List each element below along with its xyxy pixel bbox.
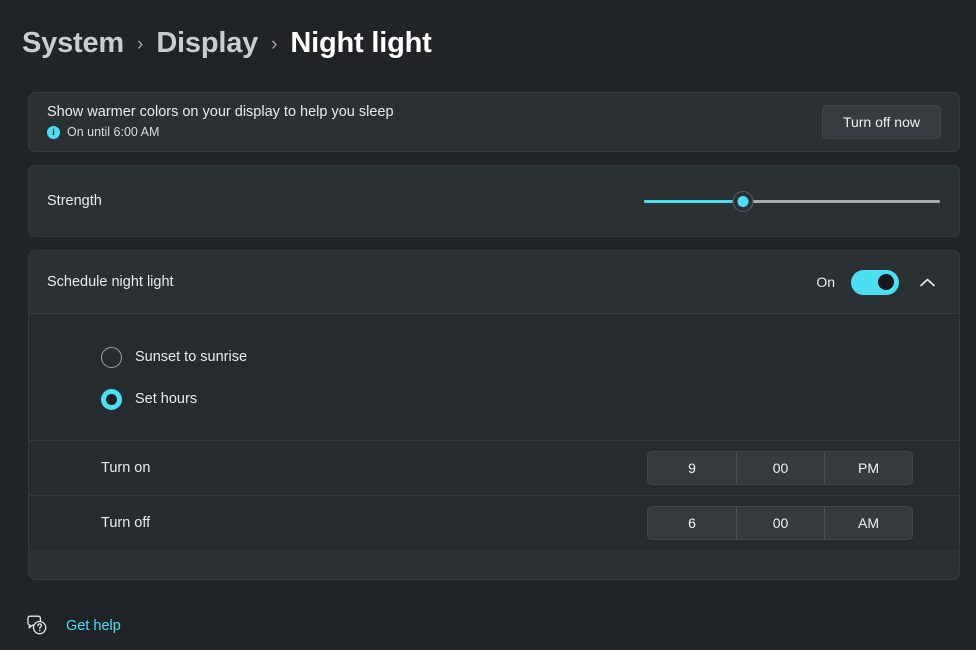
schedule-label: Schedule night light: [47, 274, 174, 290]
slider-thumb[interactable]: [733, 191, 754, 212]
schedule-toggle[interactable]: [851, 270, 899, 295]
schedule-mode-radio-group: Sunset to sunrise Set hours: [29, 314, 959, 440]
turn-off-time-picker[interactable]: 6 00 AM: [647, 506, 913, 540]
radio-option-label: Set hours: [135, 391, 197, 407]
page-title: Night light: [290, 29, 431, 58]
turn-on-time-row: Turn on 9 00 PM: [29, 440, 959, 495]
radio-icon-selected[interactable]: [101, 389, 122, 410]
schedule-controls: On: [816, 268, 941, 296]
turn-on-time-picker[interactable]: 9 00 PM: [647, 451, 913, 485]
breadcrumb-item-display[interactable]: Display: [156, 29, 258, 58]
turn-off-time-row: Turn off 6 00 AM: [29, 495, 959, 550]
radio-option-sunset-to-sunrise[interactable]: Sunset to sunrise: [29, 336, 959, 378]
turn-off-meridiem-field[interactable]: AM: [824, 507, 912, 539]
turn-off-minute-field[interactable]: 00: [736, 507, 824, 539]
status-text-group: Show warmer colors on your display to he…: [47, 105, 394, 139]
schedule-header-row: Schedule night light On: [29, 251, 959, 313]
turn-on-hour-field[interactable]: 9: [648, 452, 736, 484]
strength-card: Strength: [28, 165, 960, 237]
get-help-group[interactable]: Get help: [24, 610, 121, 642]
toggle-state-label: On: [816, 274, 835, 290]
slider-fill: [644, 200, 743, 203]
breadcrumb-separator-icon: ›: [271, 32, 277, 54]
strength-card-row: Strength: [29, 166, 959, 236]
status-line: i On until 6:00 AM: [47, 126, 394, 139]
get-help-link[interactable]: Get help: [66, 618, 121, 634]
radio-option-set-hours[interactable]: Set hours: [29, 378, 959, 420]
breadcrumb-separator-icon: ›: [137, 32, 143, 54]
status-card-row: Show warmer colors on your display to he…: [29, 93, 959, 151]
turn-on-meridiem-field[interactable]: PM: [824, 452, 912, 484]
turn-off-now-button[interactable]: Turn off now: [822, 105, 941, 139]
turn-on-minute-field[interactable]: 00: [736, 452, 824, 484]
breadcrumb-item-system[interactable]: System: [22, 29, 124, 58]
status-value: On until 6:00 AM: [67, 126, 159, 139]
help-question-bubble-icon: [24, 613, 50, 639]
radio-option-label: Sunset to sunrise: [135, 349, 247, 365]
strength-label: Strength: [47, 193, 102, 209]
breadcrumb: System › Display › Night light: [22, 22, 432, 64]
turn-off-label: Turn off: [101, 515, 150, 531]
toggle-knob: [878, 274, 894, 290]
status-description: Show warmer colors on your display to he…: [47, 105, 394, 121]
turn-off-hour-field[interactable]: 6: [648, 507, 736, 539]
info-icon: i: [47, 126, 60, 139]
turn-on-label: Turn on: [101, 460, 150, 476]
schedule-expanded-panel: Sunset to sunrise Set hours Turn on 9 00…: [29, 313, 959, 550]
settings-page: System › Display › Night light Show warm…: [0, 0, 976, 650]
chevron-up-icon[interactable]: [913, 268, 941, 296]
radio-icon[interactable]: [101, 347, 122, 368]
strength-slider[interactable]: [644, 190, 940, 212]
schedule-night-light-card: Schedule night light On Sunset to sunris…: [28, 250, 960, 580]
night-light-status-card: Show warmer colors on your display to he…: [28, 92, 960, 152]
